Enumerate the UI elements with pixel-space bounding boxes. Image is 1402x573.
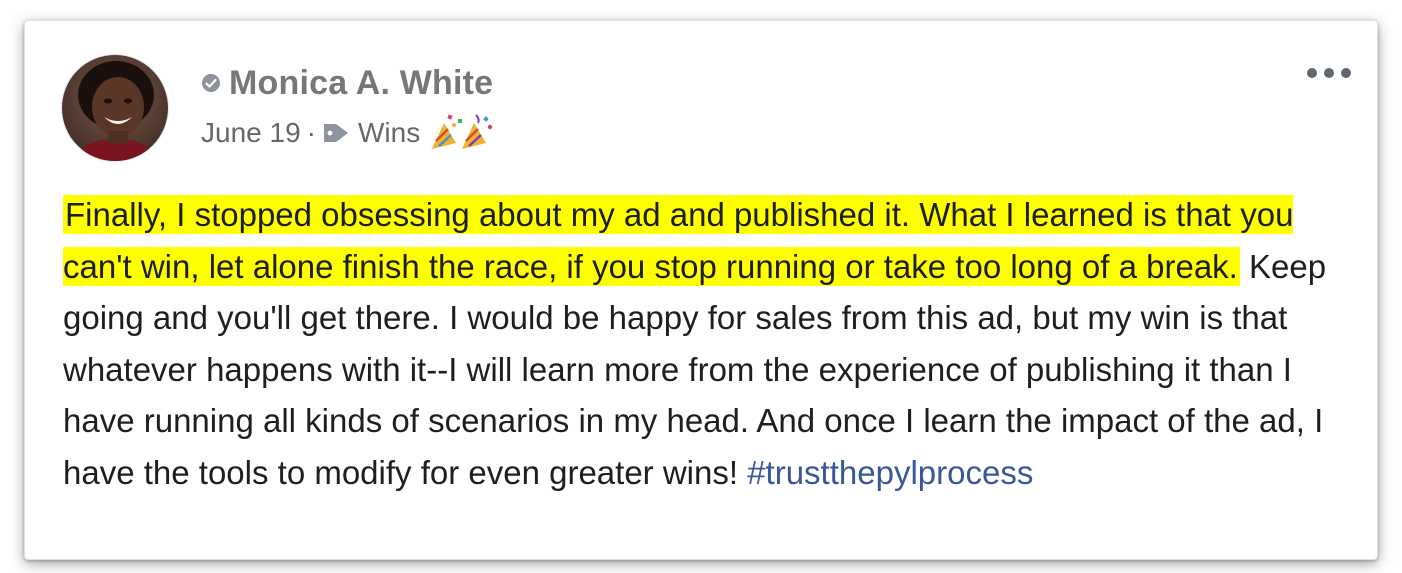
- highlighted-text: Finally, I stopped obsessing about my ad…: [63, 195, 1294, 286]
- ellipsis-icon-dot-3: [1341, 68, 1351, 78]
- screenshot-frame: Monica A. White June 19 · Wins Finally, …: [0, 0, 1402, 573]
- post-card: Monica A. White June 19 · Wins Finally, …: [24, 20, 1378, 560]
- meta-separator: ·: [306, 117, 316, 148]
- ellipsis-icon-dot-2: [1324, 68, 1334, 78]
- post-date[interactable]: June 19: [201, 117, 301, 149]
- post-topic[interactable]: Wins: [358, 117, 420, 149]
- hashtag-link[interactable]: #trustthepylprocess: [747, 454, 1033, 491]
- author-row: Monica A. White: [201, 61, 496, 105]
- party-popper-icon: [432, 114, 493, 149]
- more-options-button[interactable]: [1307, 61, 1351, 85]
- tag-icon: [323, 124, 348, 142]
- ellipsis-icon-dot-1: [1307, 68, 1317, 78]
- gray-circle-check-icon: [202, 74, 220, 92]
- author-name[interactable]: Monica A. White: [229, 64, 493, 103]
- post-body: Finally, I stopped obsessing about my ad…: [63, 189, 1353, 498]
- post-header: Monica A. White June 19 · Wins: [201, 61, 496, 153]
- avatar-photo-icon: [62, 55, 168, 161]
- author-avatar[interactable]: [61, 54, 169, 162]
- post-meta: June 19 · Wins: [201, 113, 496, 153]
